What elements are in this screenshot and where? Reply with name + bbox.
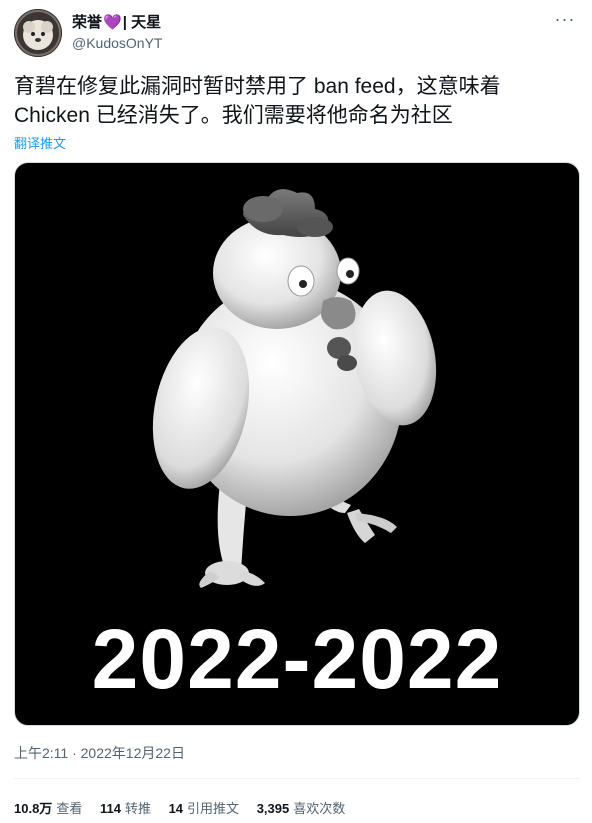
display-name-suffix: | 天星 [122, 14, 162, 31]
stat-views[interactable]: 10.8万 查看 [14, 798, 82, 817]
stat-value: 3,395 [256, 801, 290, 816]
tweet-text: 育碧在修复此漏洞时暂时禁用了 ban feed，这意味着 Chicken 已经消… [14, 72, 580, 130]
stat-label: 转推 [124, 801, 151, 816]
stat-label: 喜欢次数 [293, 801, 346, 816]
divider [14, 778, 580, 779]
tweet-text-line: 育碧在修复此漏洞时暂时禁用了 ban feed，这意味着 [14, 75, 501, 98]
tweet-stats: 10.8万 查看 114 转推 14 引用推文 3,395 喜欢次数 [14, 798, 359, 817]
stat-quotes[interactable]: 14 引用推文 [169, 798, 239, 817]
user-handle[interactable]: @KudosOnYT [72, 34, 162, 52]
translate-link[interactable]: 翻译推文 [14, 133, 66, 152]
stat-likes[interactable]: 3,395 喜欢次数 [257, 798, 346, 817]
stat-label: 查看 [56, 801, 83, 816]
display-name-text: 荣誉 [72, 14, 103, 31]
avatar[interactable] [14, 9, 62, 57]
avatar-image [14, 9, 62, 57]
stat-label: 引用推文 [187, 801, 240, 816]
tweet-timestamp[interactable]: 上午2:11 · 2022年12月22日 [14, 743, 185, 763]
purple-heart-icon: 💜 [103, 14, 122, 31]
tweet-media[interactable]: 2022-2022 [14, 162, 580, 726]
image-caption: 2022-2022 [91, 612, 503, 706]
stat-value: 10.8万 [14, 801, 53, 816]
display-name[interactable]: 荣誉💜| 天星 [72, 14, 161, 32]
tweet-text-line: Chicken 已经消失了。我们需要将他命名为社区 [14, 104, 453, 127]
stat-retweets[interactable]: 114 转推 [100, 798, 151, 817]
stat-value: 14 [168, 801, 184, 816]
stat-value: 114 [99, 801, 121, 816]
more-options-icon[interactable]: ··· [554, 10, 576, 31]
tweet-header: 荣誉💜| 天星 @KudosOnYT ··· [14, 9, 580, 61]
